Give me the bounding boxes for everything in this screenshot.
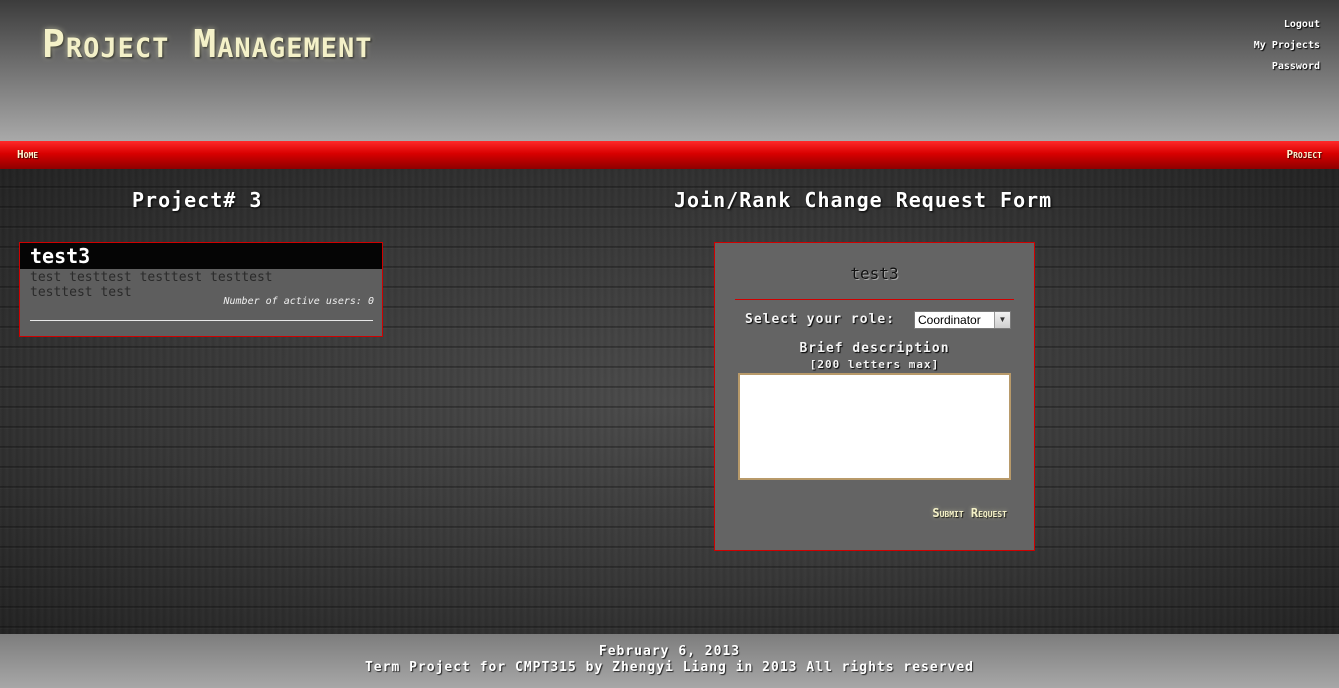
description-label: Brief description [200 letters max] <box>715 341 1034 373</box>
my-projects-link[interactable]: My Projects <box>1254 35 1320 56</box>
footer-date: February 6, 2013 <box>598 644 741 659</box>
password-link[interactable]: Password <box>1254 56 1320 77</box>
role-select-value: Coordinator <box>918 313 981 327</box>
logout-link[interactable]: Logout <box>1254 14 1320 35</box>
nav-home-link[interactable]: Home <box>17 148 38 161</box>
chevron-down-icon[interactable]: ▼ <box>994 312 1010 328</box>
role-label: Select your role: <box>745 312 896 327</box>
active-users-count: Number of active users: 0 <box>223 296 374 307</box>
request-form: test3 Select your role: Coordinator ▼ Br… <box>714 242 1035 551</box>
form-divider <box>735 299 1014 300</box>
main-content: Project# 3 Join/Rank Change Request Form… <box>0 169 1339 634</box>
card-divider <box>30 320 373 321</box>
project-card[interactable]: test3 test testtest testtest testtest te… <box>19 242 383 337</box>
footer-copyright: Term Project for CMPT315 by Zhengyi Lian… <box>364 660 975 675</box>
site-header: Project Management Logout My Projects Pa… <box>0 0 1339 141</box>
form-heading: Join/Rank Change Request Form <box>674 188 1053 212</box>
user-links: Logout My Projects Password <box>1254 14 1320 77</box>
form-project-name: test3 <box>850 264 899 283</box>
description-limit-text: [200 letters max] <box>809 358 940 371</box>
project-heading: Project# 3 <box>132 188 263 212</box>
role-select[interactable]: Coordinator ▼ <box>914 311 1011 329</box>
nav-project-link[interactable]: Project <box>1286 148 1322 161</box>
description-textarea[interactable] <box>738 373 1011 480</box>
description-label-text: Brief description <box>799 341 950 356</box>
site-footer: February 6, 2013 Term Project for CMPT31… <box>0 634 1339 688</box>
project-card-title[interactable]: test3 <box>20 243 382 269</box>
nav-bar: Home Project <box>0 141 1339 169</box>
submit-request-button[interactable]: Submit Request <box>932 506 1007 520</box>
site-title: Project Management <box>42 22 373 66</box>
